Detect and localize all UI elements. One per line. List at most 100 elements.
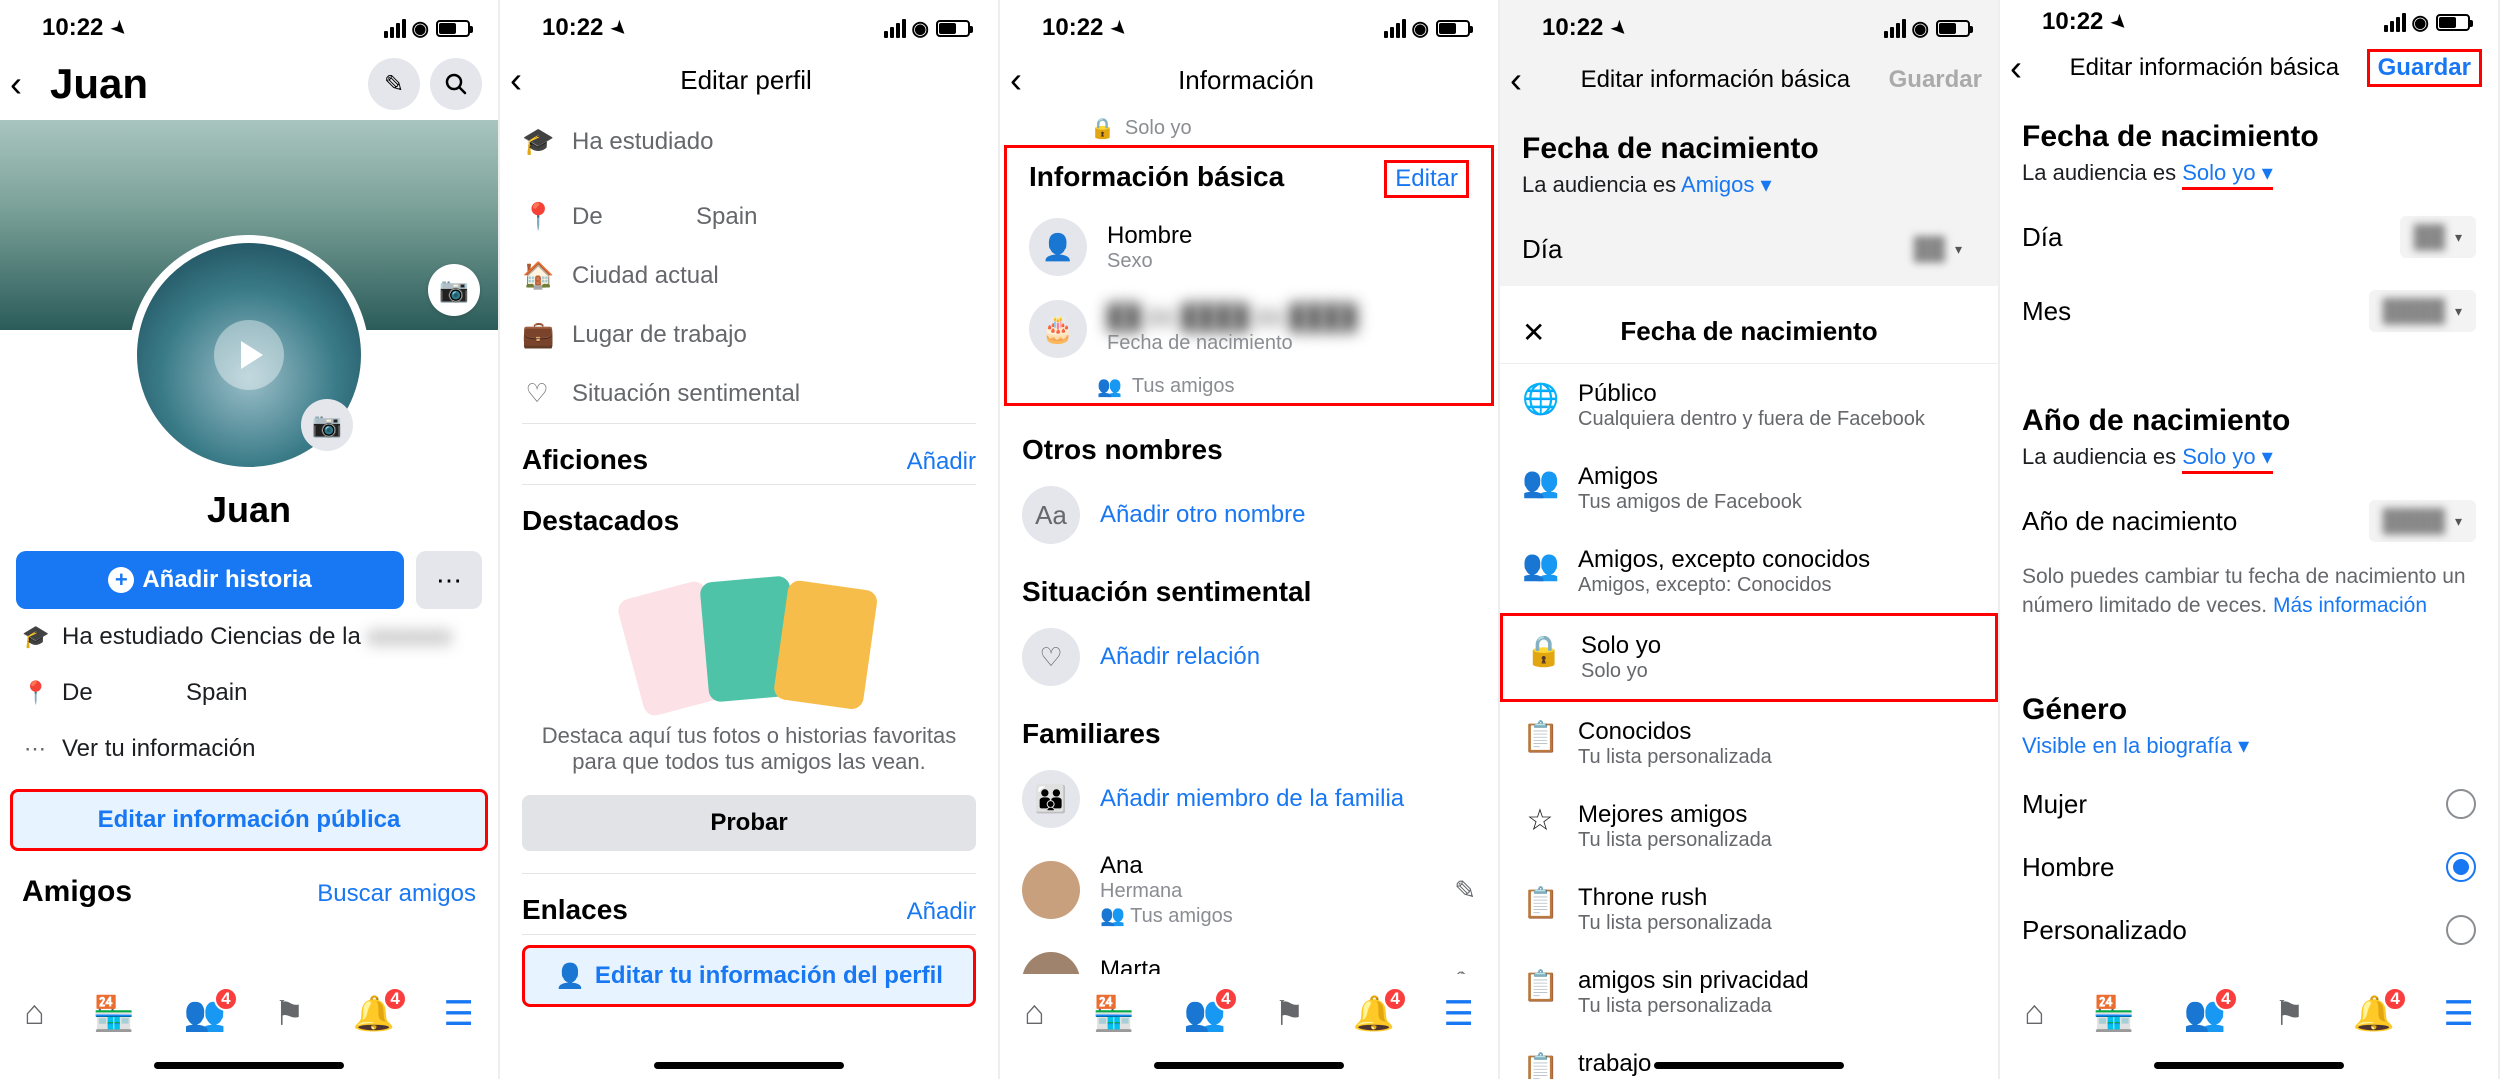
back-button[interactable]: ‹ — [1510, 62, 1542, 98]
tab-notifications[interactable]: 🔔4 — [353, 994, 395, 1034]
add-relationship[interactable]: ♡ Añadir relación — [1000, 616, 1498, 698]
edit-family-1[interactable]: ✎ — [1454, 875, 1476, 906]
row-relationship[interactable]: ♡Situación sentimental — [500, 364, 998, 423]
tab-marketplace[interactable]: 🏪 — [93, 994, 135, 1034]
tab-home[interactable]: ⌂ — [24, 994, 45, 1033]
search-icon-button[interactable] — [430, 58, 482, 110]
row-from[interactable]: 📍De Spain — [500, 187, 998, 246]
hearts-icon: ♡ — [1022, 628, 1080, 686]
save-button-disabled: Guardar — [1889, 66, 1982, 94]
list-icon: 📋 — [1522, 886, 1558, 921]
tab-home[interactable]: ⌂ — [2024, 994, 2045, 1033]
location-pin-icon: 📍 — [522, 201, 552, 232]
birthday-row: 🎂 ██ de ████ de ████Fecha de nacimiento — [1007, 288, 1491, 370]
avatar — [1022, 861, 1080, 919]
back-button[interactable]: ‹ — [510, 62, 542, 98]
audience-option-list[interactable]: 📋 Throne rushTu lista personalizada — [1500, 868, 1998, 951]
status-time: 10:22 — [42, 14, 103, 42]
tab-marketplace[interactable]: 🏪 — [1093, 994, 1135, 1034]
star-icon: ☆ — [1522, 803, 1558, 838]
tab-menu[interactable]: ☰ — [2443, 994, 2473, 1034]
featured-illustration — [500, 555, 998, 715]
add-links-link[interactable]: Añadir — [907, 898, 976, 926]
field-month[interactable]: Mes████▾ — [2000, 274, 2498, 348]
tab-notifications[interactable]: 🔔4 — [2353, 994, 2395, 1034]
cake-icon: 🎂 — [1029, 300, 1087, 358]
tab-groups[interactable]: 👥4 — [1183, 994, 1225, 1034]
edit-public-info-button[interactable]: Editar información pública — [10, 789, 488, 851]
briefcase-icon: 💼 — [522, 319, 552, 350]
location-pin-icon: 📍 — [22, 680, 48, 706]
find-friends-link[interactable]: Buscar amigos — [317, 880, 476, 908]
add-family-member[interactable]: 👪 Añadir miembro de la familia — [1000, 758, 1498, 840]
save-button[interactable]: Guardar — [2367, 49, 2482, 87]
audience-friends: 👥Tus amigos — [1007, 370, 1491, 403]
person-edit-icon: 👤 — [555, 962, 585, 991]
home-indicator — [154, 1062, 344, 1069]
aa-icon: Aa — [1022, 486, 1080, 544]
gender-custom[interactable]: Personalizado — [2000, 899, 2498, 962]
gender-row: 👤 HombreSexo — [1007, 206, 1491, 288]
grad-cap-icon: 🎓 — [522, 126, 552, 157]
tab-menu[interactable]: ☰ — [443, 994, 473, 1034]
page-title: Información — [1042, 65, 1450, 96]
audience-option-globe[interactable]: 🌐 PúblicoCualquiera dentro y fuera de Fa… — [1500, 364, 1998, 447]
audience-option-list[interactable]: 📋 trabajoTu lista personalizada — [1500, 1034, 1998, 1079]
heart-icon: ♡ — [522, 378, 552, 409]
view-info-row[interactable]: ⋯ Ver tu información — [0, 721, 498, 777]
gender-male[interactable]: Hombre — [2000, 836, 2498, 899]
lock-icon: 🔒 — [1525, 634, 1561, 669]
edit-basic-info-link[interactable]: Editar — [1384, 160, 1469, 198]
list-icon: 📋 — [1522, 1052, 1558, 1079]
audience-option-lock[interactable]: 🔒 Solo yoSolo yo — [1500, 613, 1998, 702]
audience-only-me: 🔒Solo yo — [1000, 112, 1498, 145]
field-day[interactable]: Día██▾ — [2000, 200, 2498, 274]
audience-option-friends-except[interactable]: 👥 Amigos, excepto conocidosAmigos, excep… — [1500, 530, 1998, 613]
tab-groups[interactable]: 👥4 — [2183, 994, 2225, 1034]
edit-profile-info-button[interactable]: 👤 Editar tu información del perfil — [522, 945, 976, 1007]
tab-pages[interactable]: ⚑ — [2274, 994, 2304, 1034]
family-icon: 👪 — [1022, 770, 1080, 828]
gender-visible-bio[interactable]: Visible en la biografía ▾ — [2000, 731, 2498, 773]
audience-option-list[interactable]: 📋 ConocidosTu lista personalizada — [1500, 702, 1998, 785]
audience-option-star[interactable]: ☆ Mejores amigosTu lista personalizada — [1500, 785, 1998, 868]
family-heading: Familiares — [1022, 718, 1161, 750]
edit-icon-button[interactable]: ✎ — [368, 58, 420, 110]
audience-line[interactable]: La audiencia es Amigos ▾ — [1500, 170, 1998, 212]
field-day[interactable]: Día ██▾ — [1500, 212, 1998, 286]
back-button[interactable]: ‹ — [2010, 50, 2042, 86]
bday-heading: Fecha de nacimiento — [2000, 100, 2498, 158]
location-icon: ➤ — [105, 13, 135, 43]
profile-avatar[interactable]: 📷 — [129, 235, 369, 475]
audience-option-friends[interactable]: 👥 AmigosTus amigos de Facebook — [1500, 447, 1998, 530]
close-sheet-button[interactable]: ✕ — [1522, 316, 1545, 349]
try-button[interactable]: Probar — [522, 795, 976, 851]
gender-female[interactable]: Mujer — [2000, 773, 2498, 836]
byear-audience[interactable]: La audiencia es Solo yo ▾ — [2000, 442, 2498, 484]
bday-heading: Fecha de nacimiento — [1500, 112, 1998, 170]
tab-pages[interactable]: ⚑ — [274, 994, 304, 1034]
tab-pages[interactable]: ⚑ — [1274, 994, 1304, 1034]
add-story-button[interactable]: + Añadir historia — [16, 551, 404, 609]
field-byear[interactable]: Año de nacimiento████▾ — [2000, 484, 2498, 558]
add-other-name[interactable]: Aa Añadir otro nombre — [1000, 474, 1498, 556]
bday-audience[interactable]: La audiencia es Solo yo ▾ — [2000, 158, 2498, 200]
row-education[interactable]: 🎓Ha estudiado — [500, 112, 998, 171]
audience-option-list[interactable]: 📋 amigos sin privacidadTu lista personal… — [1500, 951, 1998, 1034]
tab-home[interactable]: ⌂ — [1024, 994, 1045, 1033]
avatar-camera-button[interactable]: 📷 — [301, 399, 353, 451]
tab-menu[interactable]: ☰ — [1443, 994, 1473, 1034]
play-icon — [214, 320, 284, 390]
row-city[interactable]: 🏠Ciudad actual — [500, 246, 998, 305]
tab-notifications[interactable]: 🔔4 — [1353, 994, 1395, 1034]
links-heading: Enlaces — [522, 894, 628, 926]
lock-icon: 🔒 — [1090, 116, 1115, 141]
row-work[interactable]: 💼Lugar de trabajo — [500, 305, 998, 364]
add-hobbies-link[interactable]: Añadir — [907, 448, 976, 476]
tab-marketplace[interactable]: 🏪 — [2093, 994, 2135, 1034]
back-button[interactable]: ‹ — [10, 66, 42, 102]
back-button[interactable]: ‹ — [1010, 62, 1042, 98]
more-button[interactable]: ⋯ — [416, 551, 482, 609]
tab-groups[interactable]: 👥4 — [183, 994, 225, 1034]
more-info-link[interactable]: Más información — [2273, 594, 2427, 617]
